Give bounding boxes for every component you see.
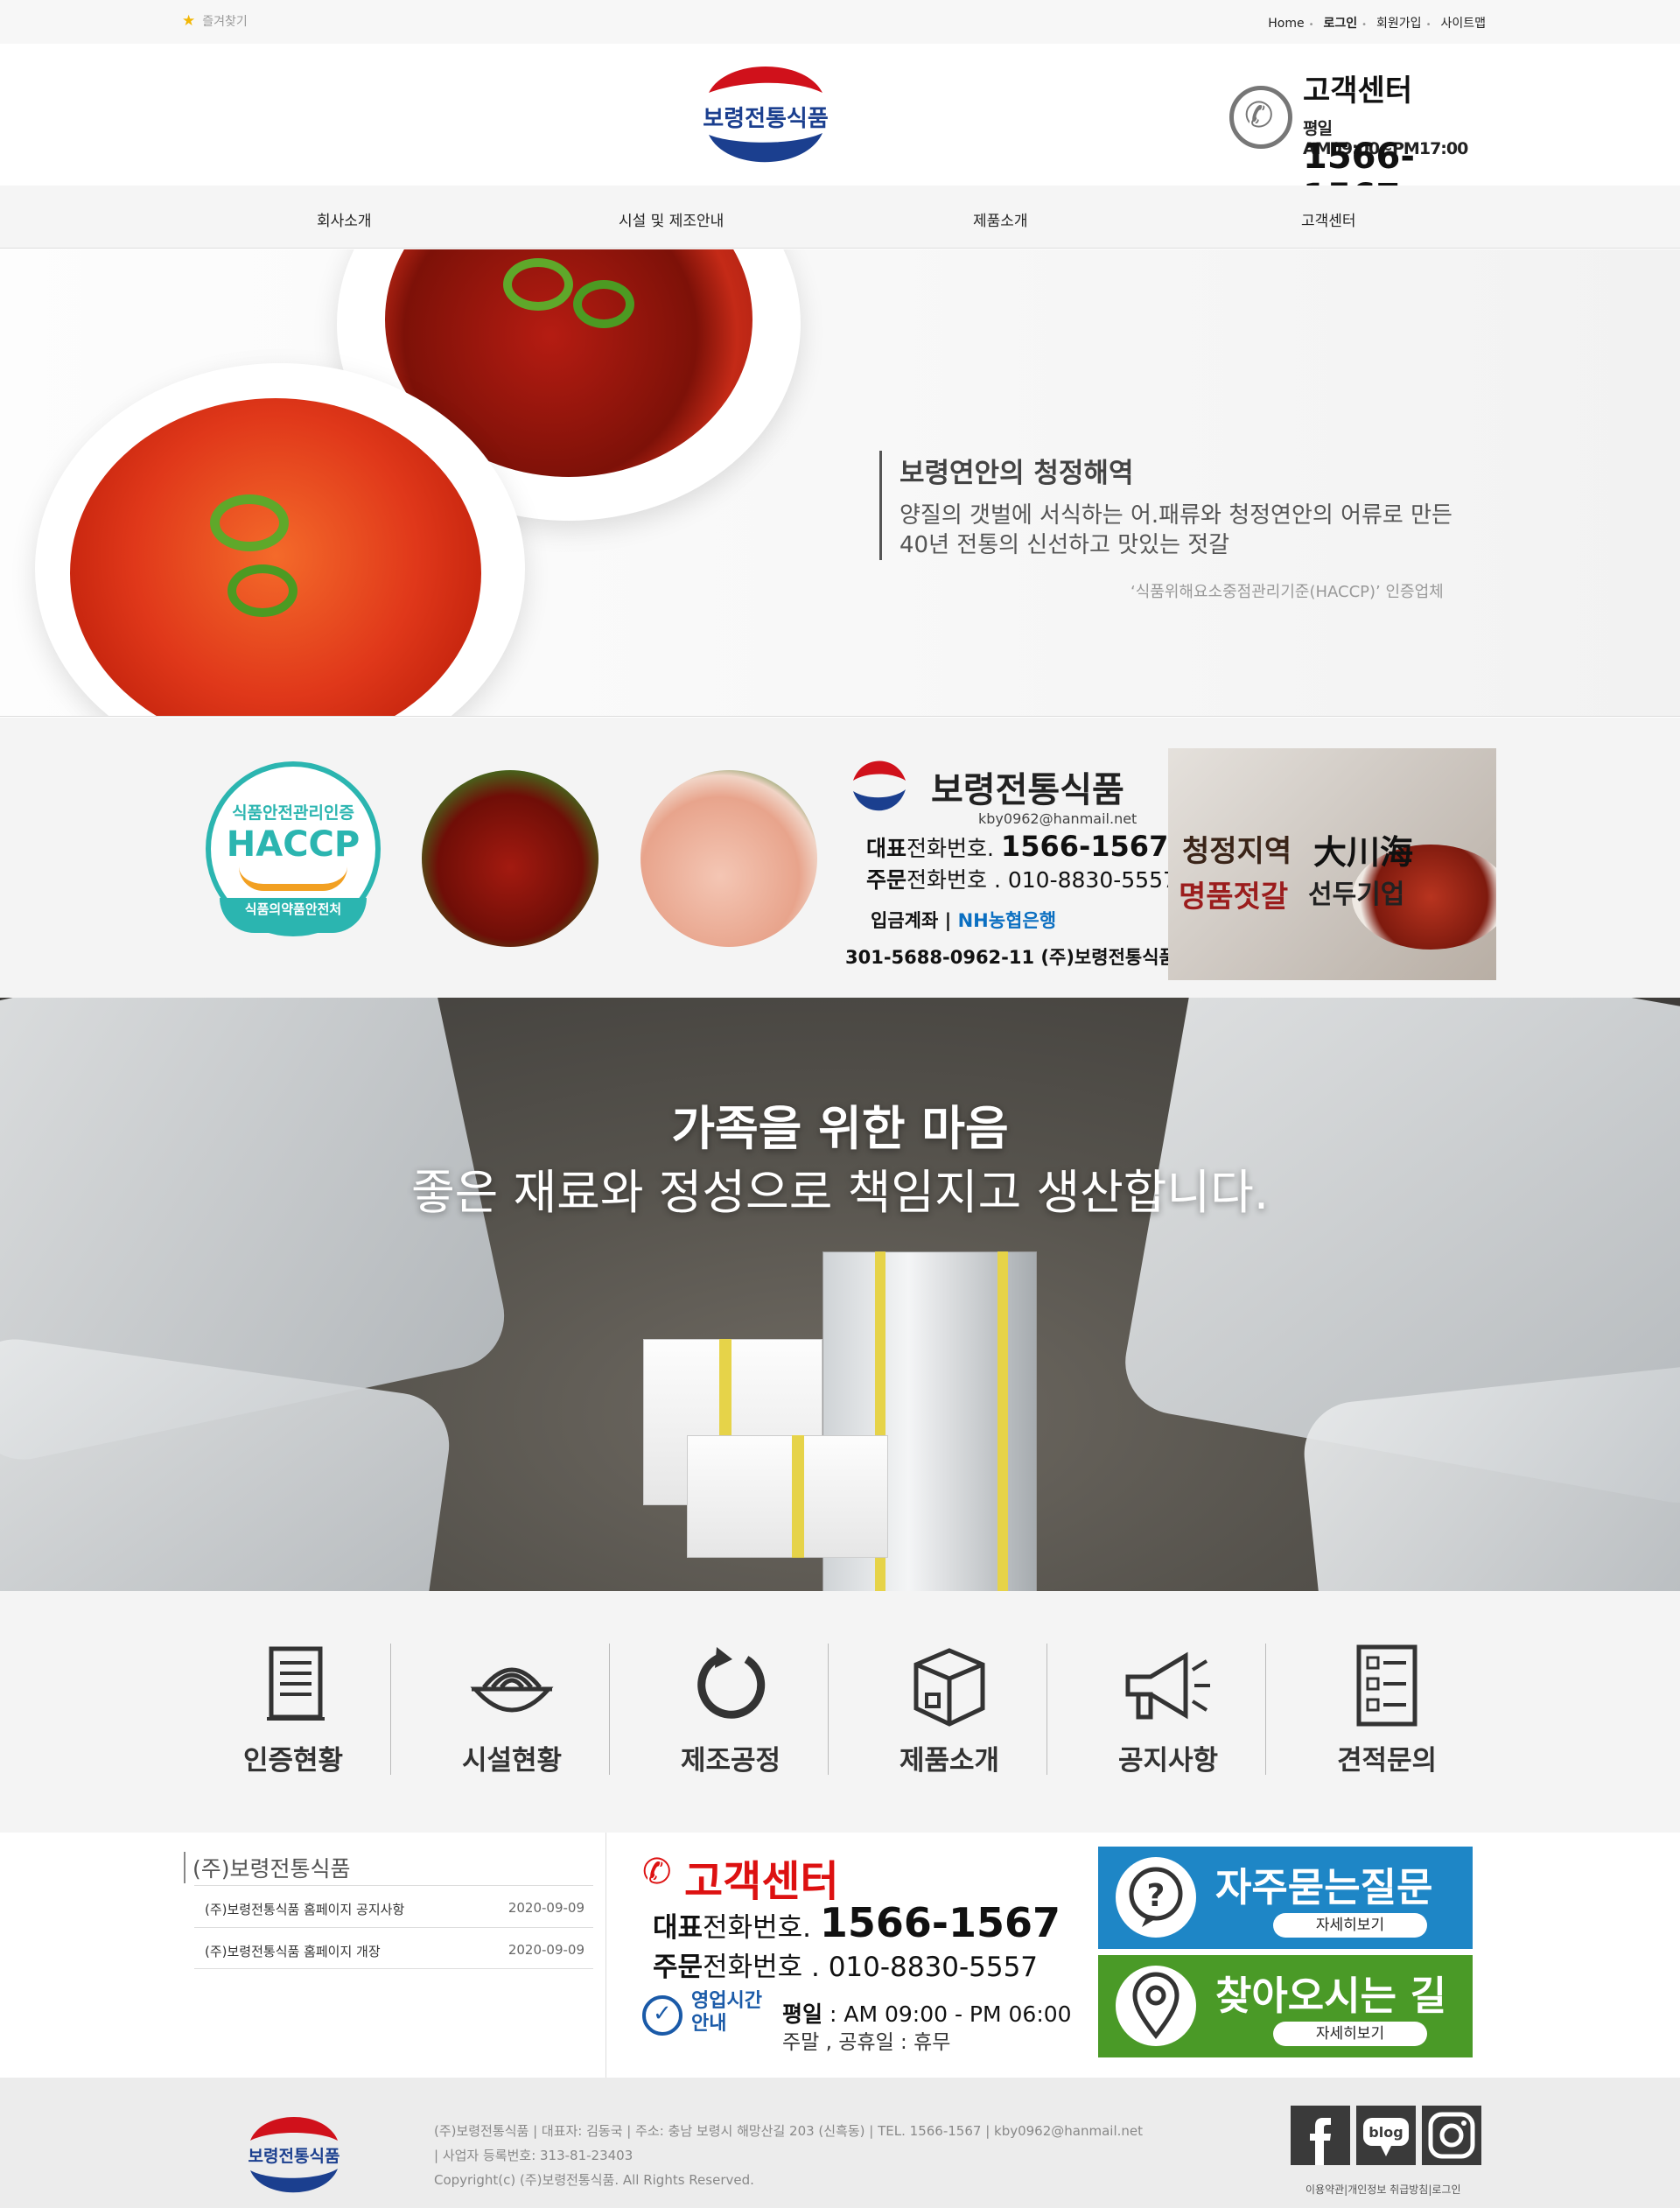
login-link[interactable]: 로그인 — [1323, 17, 1357, 31]
contact-order: 주문전화번호 . 010-8830-5557 — [653, 1952, 1039, 1983]
question-bubble-icon: ? — [1116, 1857, 1196, 1938]
premium-banner[interactable]: 청정지역 大川海 명품젓갈 선두기업 — [1168, 748, 1496, 980]
quick-links: 인증현황 시설현황 제조공정 제품소개 공지사항 견적문의 — [0, 1591, 1680, 1833]
production-title: 가족을 위한 마음 — [671, 1101, 1009, 1156]
card-bank: 입금계좌 | NH농협은행 — [871, 910, 1057, 931]
site-logo[interactable]: 보령전통식품 — [682, 58, 849, 168]
map-pin-icon — [1116, 1966, 1196, 2046]
faq-more-button[interactable]: 자세히보기 — [1273, 1913, 1427, 1938]
footer-business-number: | 사업자 등록번호: 313-81-23403 — [434, 2148, 634, 2163]
hero-line-1: 양질의 갯벌에 서식하는 어.패류와 청정연안의 어류로 만든 — [900, 502, 1452, 529]
product-image-2[interactable] — [640, 770, 817, 947]
quicklink-products[interactable]: 제품소개 — [840, 1644, 1059, 1784]
facebook-icon[interactable] — [1291, 2106, 1350, 2165]
contact-tel: 대표전화번호. 1566-1567 — [653, 1899, 1060, 1946]
faq-button[interactable]: ? 자주묻는질문 자세히보기 — [1098, 1847, 1473, 1949]
sitemap-link[interactable]: 사이트맵 — [1440, 17, 1486, 31]
nav-item-products[interactable]: 제품소개 — [973, 208, 1028, 230]
svg-text:blog: blog — [1368, 2124, 1403, 2141]
svg-text:보령전통식품: 보령전통식품 — [248, 2147, 340, 2166]
noodle-bowl-icon — [470, 1667, 554, 1713]
brand-logo-icon — [853, 761, 906, 811]
product-image-1[interactable] — [422, 770, 598, 947]
main-nav: 회사소개 시설 및 제조안내 제품소개 고객센터 — [0, 186, 1680, 249]
card-brand: 보령전통식품 — [931, 770, 1124, 810]
box-icon — [914, 1648, 985, 1727]
notice-row[interactable]: (주)보령전통식품 홈페이지 공지사항 2020-09-09 — [194, 1885, 593, 1927]
clock-check-icon — [642, 1995, 682, 2036]
nav-item-support[interactable]: 고객센터 — [1301, 208, 1356, 230]
phone-ring-icon: ✆ — [642, 1852, 672, 1892]
document-icon — [267, 1646, 325, 1721]
styrofoam-box-2 — [687, 1435, 888, 1558]
instagram-icon[interactable] — [1422, 2106, 1481, 2165]
notice-row[interactable]: (주)보령전통식품 홈페이지 개장 2020-09-09 — [194, 1927, 593, 1969]
card-order: 주문전화번호 . 010-8830-5557 — [866, 867, 1177, 893]
quicklink-facilities[interactable]: 시설현황 — [402, 1644, 621, 1784]
hero-title: 보령연안의 청정해역 — [900, 458, 1134, 489]
business-hours-weekday: 평일 : AM 09:00 - PM 06:00 — [782, 2001, 1072, 2027]
phone-icon — [1229, 86, 1292, 149]
star-icon: ★ — [182, 12, 196, 30]
refresh-icon — [697, 1647, 766, 1719]
info-section: (주)보령전통식품 (주)보령전통식품 홈페이지 공지사항 2020-09-09… — [0, 1833, 1680, 2078]
hero-haccp-note: ‘식품위해요소중점관리기준(HACCP)’ 인증업체 — [1130, 583, 1444, 601]
production-banner: 가족을 위한 마음 좋은 재료와 정성으로 책임지고 생산합니다. — [0, 998, 1680, 1591]
notice-title: (주)보령전통식품 — [184, 1852, 351, 1883]
home-link[interactable]: Home — [1268, 17, 1304, 31]
business-hours-label: 영업시간 안내 — [691, 1990, 762, 2035]
haccp-badge: 식품안전관리인증 HACCP 식품의약품안전처 — [206, 761, 381, 936]
hero-banner: 보령연안의 청정해역 양질의 갯벌에 서식하는 어.패류와 청정연안의 어류로 … — [0, 249, 1680, 717]
footer-links[interactable]: 이용약관|개인정보 취급방침|로그인 — [1306, 2182, 1461, 2197]
hero-text: 보령연안의 청정해역 양질의 갯벌에 서식하는 어.패류와 청정연안의 어류로 … — [879, 451, 1452, 560]
business-hours-weekend: 주말 , 공휴일 : 휴무 — [782, 2031, 951, 2054]
top-bar: ★ 즐겨찾기 Home • 로그인 • 회원가입 • 사이트맵 — [0, 0, 1680, 44]
production-subtitle: 좋은 재료와 정성으로 책임지고 생산합니다. — [410, 1165, 1270, 1220]
customer-center-box: 고객센터 평일 AM09:00~PM17:00 1566-1567 — [1229, 61, 1492, 217]
card-account: 301-5688-0962-11 (주)보령전통식품 — [845, 947, 1176, 968]
svg-text:보령전통식품: 보령전통식품 — [703, 106, 829, 132]
header: 보령전통식품 고객센터 평일 AM09:00~PM17:00 1566-1567 — [0, 44, 1680, 217]
card-tel: 대표전화번호. 1566-1567 — [866, 830, 1169, 863]
quicklink-estimate[interactable]: 견적문의 — [1278, 1644, 1496, 1784]
svg-text:?: ? — [1147, 1878, 1166, 1914]
quicklink-notice[interactable]: 공지사항 — [1059, 1644, 1278, 1784]
nav-item-facility[interactable]: 시설 및 제조안내 — [619, 208, 724, 230]
favorite-link[interactable]: ★ 즐겨찾기 — [182, 12, 248, 30]
footer-copyright: Copyright(c) (주)보령전통식품. All Rights Reser… — [434, 2172, 754, 2188]
card-email: kby0962@hanmail.net — [978, 810, 1138, 827]
quicklink-process[interactable]: 제조공정 — [621, 1644, 840, 1784]
quicklink-certification[interactable]: 인증현황 — [184, 1644, 402, 1784]
megaphone-icon — [1125, 1651, 1210, 1720]
blog-icon[interactable]: blog — [1356, 2106, 1416, 2165]
top-links: Home • 로그인 • 회원가입 • 사이트맵 — [1268, 17, 1486, 31]
footer-logo[interactable]: 보령전통식품 — [234, 2109, 354, 2197]
directions-button[interactable]: 찾아오시는 길 자세히보기 — [1098, 1955, 1473, 2057]
footer: 보령전통식품 (주)보령전통식품 | 대표자: 김동국 | 주소: 충남 보령시… — [0, 2078, 1680, 2208]
certification-band: 식품안전관리인증 HACCP 식품의약품안전처 보령전통식품 kby0962@h… — [0, 718, 1680, 998]
directions-more-button[interactable]: 자세히보기 — [1273, 2022, 1427, 2046]
cs-title: 고객센터 — [1303, 74, 1413, 109]
signup-link[interactable]: 회원가입 — [1376, 17, 1422, 31]
nav-item-company[interactable]: 회사소개 — [317, 208, 372, 230]
footer-company-info: (주)보령전통식품 | 대표자: 김동국 | 주소: 충남 보령시 해망산길 2… — [434, 2123, 1143, 2139]
hero-line-2: 40년 전통의 신선하고 맛있는 젓갈 — [900, 532, 1230, 558]
checklist-icon — [1356, 1644, 1418, 1727]
